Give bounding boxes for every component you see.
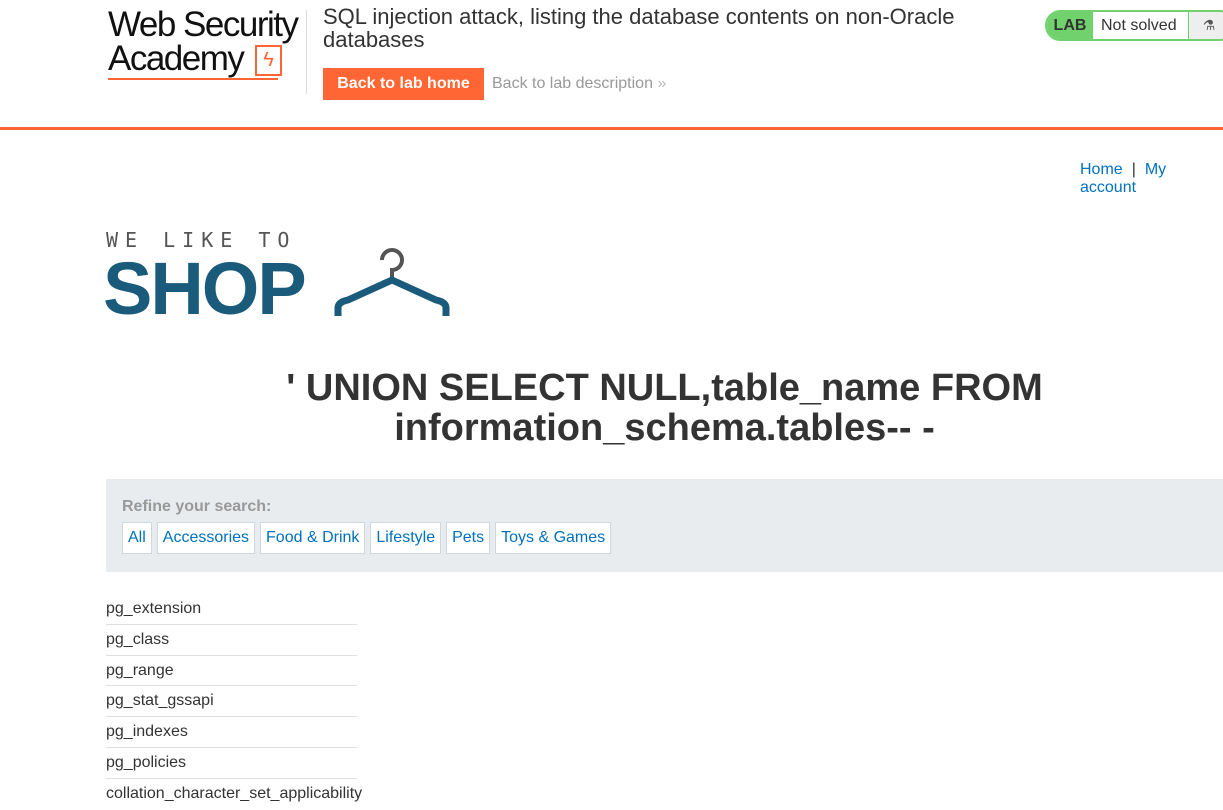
back-to-lab-description-label: Back to lab description (492, 75, 653, 92)
refine-search-panel: Refine your search: All Accessories Food… (106, 479, 1223, 572)
divider (306, 10, 307, 94)
web-security-academy-logo[interactable]: Web Security Academy ϟ (108, 5, 308, 82)
top-nav: Home | My account (1080, 161, 1223, 197)
table-row: pg_class (106, 625, 357, 656)
category-filters: All Accessories Food & Drink Lifestyle P… (122, 522, 612, 554)
chevron-right-icon: » (657, 75, 667, 92)
lab-status-widget: LAB Not solved ⚗ (1045, 10, 1223, 41)
filter-all[interactable]: All (122, 522, 152, 554)
filter-accessories[interactable]: Accessories (156, 522, 256, 554)
nav-home-link[interactable]: Home (1080, 161, 1123, 178)
filter-pets[interactable]: Pets (446, 522, 491, 554)
flask-icon: ⚗ (1189, 12, 1223, 39)
search-results-heading: ' UNION SELECT NULL,table_name FROM info… (286, 367, 1043, 449)
nav-separator: | (1131, 161, 1136, 178)
results-table: pg_extension pg_class pg_range pg_stat_g… (106, 594, 363, 810)
lab-title: SQL injection attack, listing the databa… (323, 4, 955, 52)
table-row: pg_extension (106, 594, 357, 625)
logo-shop-text: SHOP (103, 247, 307, 330)
logo-underline (108, 78, 278, 80)
lightning-icon: ϟ (255, 45, 282, 76)
logo-text-line1: Web Security (108, 5, 299, 44)
table-row: collation_character_set_applicability (106, 784, 363, 802)
filter-food-drink[interactable]: Food & Drink (260, 522, 366, 554)
hanger-icon (334, 248, 450, 316)
we-like-to-shop-logo: WE LIKE TO SHOP (103, 228, 466, 330)
filter-lifestyle[interactable]: Lifestyle (370, 522, 442, 554)
refine-label: Refine your search: (122, 498, 272, 515)
table-row: pg_stat_gssapi (106, 686, 357, 718)
lab-status-text: Not solved (1093, 12, 1189, 39)
filter-toys-games[interactable]: Toys & Games (495, 522, 612, 554)
table-row: pg_policies (106, 748, 357, 779)
table-row: pg_range (106, 656, 357, 687)
back-to-lab-description-link[interactable]: Back to lab description » (492, 75, 666, 93)
lab-header: Web Security Academy ϟ SQL injection att… (0, 0, 1223, 130)
back-to-lab-home-button[interactable]: Back to lab home (323, 68, 484, 100)
table-row: pg_indexes (106, 717, 357, 748)
lab-tag: LAB (1047, 12, 1093, 39)
